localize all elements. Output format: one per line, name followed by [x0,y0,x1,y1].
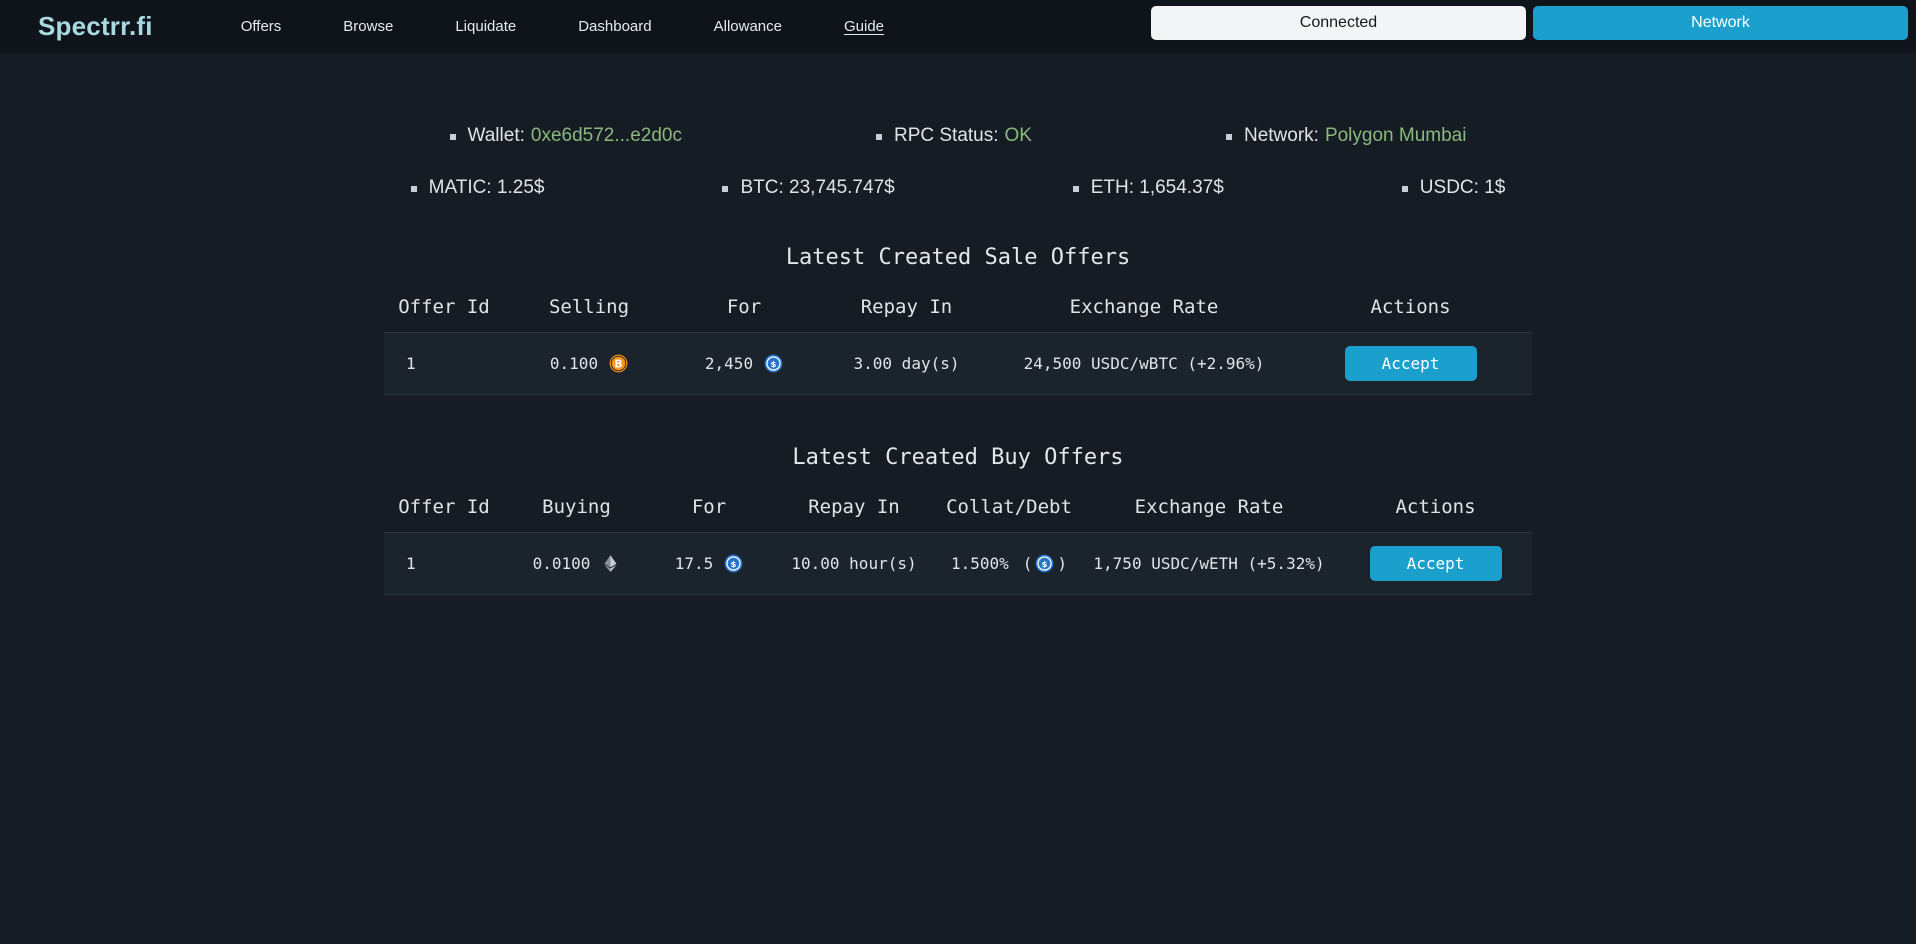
nav-link-guide[interactable]: Guide [834,14,894,39]
usdc-icon: $ [724,554,743,573]
price-matic-label: MATIC: 1.25$ [428,177,545,198]
header-repay-in: Repay In [860,296,953,318]
accept-button[interactable]: Accept [1344,346,1477,381]
cell-for-amount: 17.5 [674,554,714,573]
cell-actions: Accept [1289,333,1532,395]
usdc-icon: $ [764,354,783,373]
header-collat-debt: Collat/Debt [946,496,1072,518]
bullet-icon [1072,186,1079,192]
cell-buying-amount: 0.0100 [532,554,591,573]
collat-paren-close: ) [1057,554,1068,573]
status-row-primary: Wallet: 0xe6d572...e2d0c RPC Status: OK … [0,125,1916,147]
cell-exchange-rate: 24,500 USDC/wBTC (+2.96%) [1023,354,1265,373]
price-matic: MATIC: 1.25$ [410,177,545,199]
cell-for: 17.5 $ [649,533,769,595]
price-eth-label: ETH: 1,654.37$ [1090,177,1224,198]
sale-offers-head: Offer Id Selling For Repay In Exchange R… [384,292,1532,333]
cell-exchange-rate: 1,750 USDC/wETH (+5.32%) [1093,554,1325,573]
brand-logo[interactable]: Spectrr.fi [38,11,153,42]
sale-offers-section: Latest Created Sale Offers Offer Id Sell… [0,245,1916,395]
cell-collat-debt: 1.500% ( $ ) [939,533,1079,595]
weth-icon [601,554,620,573]
header-offer-id: Offer Id [398,496,490,518]
nav-links: Offers Browse Liquidate Dashboard Allowa… [231,14,936,39]
cell-selling: 0.100 B [504,333,674,395]
bullet-icon [722,186,729,192]
table-header-row: Offer Id Buying For Repay In Collat/Debt… [384,492,1532,533]
status-strip: Wallet: 0xe6d572...e2d0c RPC Status: OK … [0,53,1916,199]
cell-buying: 0.0100 [504,533,649,595]
bullet-icon [1401,186,1408,192]
price-usdc-label: USDC: 1$ [1419,177,1506,198]
header-actions: Actions [1395,496,1476,518]
price-btc: BTC: 23,745.747$ [722,177,895,199]
status-wallet-label: Wallet: [467,125,525,146]
price-eth: ETH: 1,654.37$ [1072,177,1224,199]
sale-offers-table: Offer Id Selling For Repay In Exchange R… [384,292,1532,395]
cell-offer-id: 1 [406,354,416,373]
table-row: 1 0.0100 17.5 $ 10.00 hour(s) 1.500% ($… [384,532,1532,595]
header-selling: Selling [548,296,630,318]
cell-actions: Accept [1339,533,1532,595]
status-row-prices: MATIC: 1.25$ BTC: 23,745.747$ ETH: 1,654… [0,177,1916,199]
cell-repay-in: 3.00 day(s) [853,354,960,373]
table-row: 1 0.100 B 2,450 $ 3.00 day(s) 24,500 USD… [384,332,1532,395]
nav-link-browse[interactable]: Browse [333,14,403,39]
svg-text:$: $ [1042,559,1048,569]
status-wallet-value: 0xe6d572...e2d0c [530,125,682,146]
buy-offers-section: Latest Created Buy Offers Offer Id Buyin… [0,445,1916,595]
svg-text:$: $ [731,559,737,569]
top-navbar: Spectrr.fi Offers Browse Liquidate Dashb… [0,0,1916,53]
header-buying: Buying [542,496,611,518]
collat-paren-open: ( [1022,554,1033,573]
price-usdc: USDC: 1$ [1401,177,1506,199]
nav-actions: Connected Network [1151,6,1908,40]
status-network: Network: Polygon Mumbai [1225,125,1467,147]
cell-for-amount: 2,450 [704,354,754,373]
header-exchange-rate: Exchange Rate [1069,296,1219,318]
cell-for: 2,450 $ [674,333,814,395]
sale-offers-body: 1 0.100 B 2,450 $ 3.00 day(s) 24,500 USD… [384,332,1532,395]
wbtc-icon: B [609,354,628,373]
nav-link-offers[interactable]: Offers [231,14,292,39]
usdc-icon: $ [1035,554,1054,573]
nav-link-dashboard[interactable]: Dashboard [568,14,661,39]
status-network-label: Network: [1243,125,1319,146]
status-wallet: Wallet: 0xe6d572...e2d0c [449,125,682,147]
status-rpc: RPC Status: OK [875,125,1032,147]
nav-link-allowance[interactable]: Allowance [704,14,792,39]
status-rpc-value: OK [1004,125,1032,146]
buy-offers-head: Offer Id Buying For Repay In Collat/Debt… [384,492,1532,533]
cell-selling-amount: 0.100 [549,354,599,373]
bullet-icon [449,134,456,140]
cell-repay-in: 10.00 hour(s) [791,554,917,573]
header-for: For [726,296,762,318]
price-btc-label: BTC: 23,745.747$ [740,177,895,198]
nav-link-liquidate[interactable]: Liquidate [445,14,526,39]
buy-offers-title: Latest Created Buy Offers [792,445,1124,470]
cell-collat-percent: 1.500% [950,554,1009,573]
buy-offers-table: Offer Id Buying For Repay In Collat/Debt… [384,492,1532,595]
table-header-row: Offer Id Selling For Repay In Exchange R… [384,292,1532,333]
sale-offers-title: Latest Created Sale Offers [785,245,1131,270]
bullet-icon [875,134,882,140]
bullet-icon [410,186,417,192]
accept-button[interactable]: Accept [1369,546,1502,581]
header-for: For [691,496,727,518]
network-button[interactable]: Network [1533,6,1908,40]
header-repay-in: Repay In [808,496,900,518]
connected-button[interactable]: Connected [1151,6,1526,40]
header-offer-id: Offer Id [398,296,490,318]
buy-offers-body: 1 0.0100 17.5 $ 10.00 hour(s) 1.500% ($… [384,532,1532,595]
svg-text:$: $ [771,359,777,369]
cell-offer-id: 1 [406,554,416,573]
svg-text:B: B [615,358,623,371]
header-actions: Actions [1370,296,1451,318]
bullet-icon [1225,134,1232,140]
status-rpc-label: RPC Status: [893,125,999,146]
status-network-value: Polygon Mumbai [1324,125,1467,146]
header-exchange-rate: Exchange Rate [1134,496,1284,518]
